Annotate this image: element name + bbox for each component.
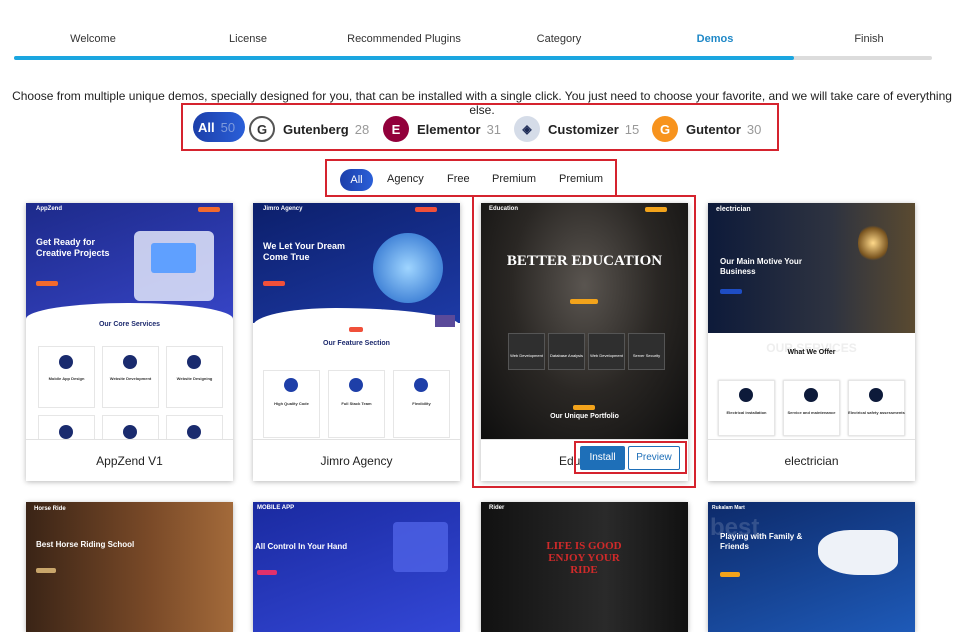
category-premium-2[interactable]: Premium <box>559 173 603 185</box>
builder-all-count: 50 <box>220 119 236 135</box>
demo-section-title: Our Core Services <box>98 321 161 328</box>
category-filter: All Agency Free Premium Premium <box>325 159 617 197</box>
progress-track <box>14 56 932 60</box>
demo-brand: Rukalam Mart <box>712 505 745 511</box>
demo-service-2: Website Development <box>109 376 152 381</box>
step-category[interactable]: Category <box>499 33 619 45</box>
step-recommended-plugins[interactable]: Recommended Plugins <box>344 33 464 45</box>
demo-hero-title: LIFE IS GOOD ENJOY YOUR RIDE <box>546 540 622 576</box>
demo-section-title: Our Feature Section <box>323 340 390 347</box>
builder-gutentor-count: 30 <box>746 121 762 137</box>
category-premium[interactable]: Premium <box>492 173 536 185</box>
builder-all[interactable]: All 50 <box>193 112 245 142</box>
demo-card-electrician[interactable]: electrician Our Main Motive Your Busines… <box>708 203 915 481</box>
buttons-highlight <box>574 441 687 474</box>
demo-thumbnail: Jimro Agency We Let Your Dream Come True… <box>253 203 460 439</box>
demo-card-mobile-app[interactable]: MOBILE APP All Control In Your Hand <box>253 502 460 632</box>
demo-brand: Jimro Agency <box>263 206 303 212</box>
demo-service-2: Full Stack Team <box>341 401 372 406</box>
demo-card-rukalam-mart[interactable]: Rukalam Mart best Playing with Family & … <box>708 502 915 632</box>
category-free[interactable]: Free <box>447 173 470 185</box>
demo-service-1: Mobile App Design <box>48 376 85 381</box>
demo-hero-title: All Control In Your Hand <box>255 542 348 551</box>
demo-hero-title: Best Horse Riding School <box>36 540 135 549</box>
demo-hero-title: Get Ready for Creative Projects <box>36 237 110 258</box>
builder-all-label: All <box>198 119 215 135</box>
builder-customizer-label: Customizer <box>548 121 619 137</box>
demo-card-jimro-agency[interactable]: Jimro Agency We Let Your Dream Come True… <box>253 203 460 481</box>
demo-hero-title: We Let Your Dream Come True <box>263 241 346 262</box>
elementor-icon: E <box>383 116 409 142</box>
step-demos[interactable]: Demos <box>655 33 775 45</box>
demo-hero-title: Playing with Family & Friends <box>720 532 803 551</box>
demo-hero-title: Our Main Motive Your Business <box>720 257 802 276</box>
demo-brand: Rider <box>489 505 505 511</box>
category-all[interactable]: All <box>340 169 373 191</box>
demo-card-horse-ride[interactable]: Horse Ride Best Horse Riding School <box>26 502 233 632</box>
step-welcome[interactable]: Welcome <box>33 33 153 45</box>
progress-fill <box>14 56 795 60</box>
step-license[interactable]: License <box>188 33 308 45</box>
demo-section-title: What We Offer <box>787 349 836 356</box>
demo-thumbnail: electrician Our Main Motive Your Busines… <box>708 203 915 439</box>
step-finish[interactable]: Finish <box>809 33 929 45</box>
demo-thumbnail: AppZend Get Ready for Creative Projects … <box>26 203 233 439</box>
builder-gutenberg-label: Gutenberg <box>283 121 349 137</box>
gutentor-icon: G <box>652 116 678 142</box>
demo-brand: AppZend <box>36 206 62 212</box>
demo-service-2: Service and maintenance <box>787 410 836 415</box>
demo-card-name: AppZend V1 <box>26 439 233 481</box>
demo-card-rider[interactable]: Rider LIFE IS GOOD ENJOY YOUR RIDE <box>481 502 688 632</box>
builder-gutentor-label: Gutentor <box>686 121 741 137</box>
gutenberg-icon: G <box>249 116 275 142</box>
demo-service-3: Electrical safety assessments <box>848 410 905 415</box>
demo-card-name: electrician <box>708 439 915 481</box>
demo-service-3: Flexibility <box>412 401 431 406</box>
category-agency[interactable]: Agency <box>387 173 424 185</box>
demo-card-appzend[interactable]: AppZend Get Ready for Creative Projects … <box>26 203 233 481</box>
demo-service-3: Website Designing <box>176 376 213 381</box>
builder-elementor-label: Elementor <box>417 121 481 137</box>
customizer-icon: ◈ <box>514 116 540 142</box>
demo-brand: MOBILE APP <box>257 505 295 511</box>
builder-customizer-count: 15 <box>624 121 640 137</box>
demo-card-name: Jimro Agency <box>253 439 460 481</box>
builder-gutenberg[interactable]: G Gutenberg 28 <box>249 116 369 142</box>
demo-service-1: High Quality Code <box>274 401 309 406</box>
builder-gutenberg-count: 28 <box>354 121 370 137</box>
demo-brand: Horse Ride <box>34 506 66 512</box>
builder-gutentor[interactable]: G Gutentor 30 <box>652 116 761 142</box>
wizard-stepper: Welcome License Recommended Plugins Cate… <box>0 0 964 62</box>
builder-elementor-count: 31 <box>486 121 502 137</box>
builder-filter: All 50 G Gutenberg 28 E Elementor 31 ◈ Cust… <box>181 103 779 151</box>
demo-service-1: Electrical installation <box>726 410 767 415</box>
builder-customizer[interactable]: ◈ Customizer 15 <box>514 116 639 142</box>
builder-elementor[interactable]: E Elementor 31 <box>383 116 501 142</box>
demo-brand: electrician <box>716 206 751 213</box>
